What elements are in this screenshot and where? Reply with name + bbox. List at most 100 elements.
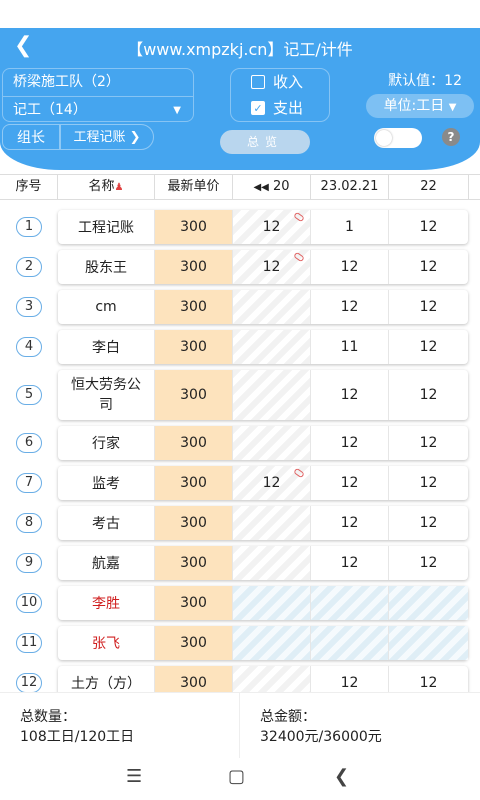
table-row[interactable]: 2 股东王 300 12 12 12 bbox=[0, 250, 480, 284]
price-cell[interactable]: 300 bbox=[155, 290, 233, 324]
table-row[interactable]: 7 监考 300 12 12 12 bbox=[0, 466, 480, 500]
name-cell[interactable]: 考古 bbox=[58, 506, 155, 540]
date-main-cell[interactable]: 12 bbox=[311, 666, 389, 692]
date-next-cell[interactable]: 12 bbox=[389, 666, 468, 692]
unit-dropdown[interactable]: 单位:工日 ▼ bbox=[366, 94, 474, 118]
date-prev-cell[interactable] bbox=[233, 330, 311, 364]
date-main-cell[interactable]: 12 bbox=[311, 290, 389, 324]
date-main-cell[interactable] bbox=[311, 626, 389, 660]
date-next-cell[interactable]: 12 bbox=[389, 546, 468, 580]
name-cell[interactable]: cm bbox=[58, 290, 155, 324]
name-cell[interactable]: 监考 bbox=[58, 466, 155, 500]
date-main-cell[interactable]: 12 bbox=[311, 506, 389, 540]
price-cell[interactable]: 300 bbox=[155, 666, 233, 692]
date-main-cell[interactable] bbox=[311, 586, 389, 620]
price-cell[interactable]: 300 bbox=[155, 330, 233, 364]
date-prev-cell[interactable] bbox=[233, 546, 311, 580]
date-next-cell[interactable]: 12 bbox=[389, 330, 468, 364]
table-row[interactable]: 4 李白 300 11 12 bbox=[0, 330, 480, 364]
date-main-cell[interactable]: 12 bbox=[311, 370, 389, 420]
table-row[interactable]: 6 行家 300 12 12 bbox=[0, 426, 480, 460]
income-checkbox-row[interactable]: 收入 bbox=[231, 69, 329, 95]
date-prev-cell[interactable] bbox=[233, 626, 311, 660]
price-cell[interactable]: 300 bbox=[155, 466, 233, 500]
date-next-cell[interactable] bbox=[389, 586, 468, 620]
date-next-cell[interactable]: 12 bbox=[389, 210, 468, 244]
date-next-cell[interactable]: 12 bbox=[389, 506, 468, 540]
name-cell[interactable]: 李胜 bbox=[58, 586, 155, 620]
price-cell[interactable]: 300 bbox=[155, 210, 233, 244]
date-next-cell[interactable]: 12 bbox=[389, 426, 468, 460]
toggle-switch[interactable] bbox=[374, 128, 422, 148]
menu-icon[interactable]: ☰ bbox=[126, 766, 142, 787]
table-row[interactable]: 5 恒大劳务公司 300 12 12 bbox=[0, 370, 480, 420]
summary-footer: 总数量： 108工日/120工日 总金额： 32400元/36000元 bbox=[0, 692, 480, 759]
date-next-cell[interactable] bbox=[389, 626, 468, 660]
expense-checkbox-row[interactable]: ✓ 支出 bbox=[231, 95, 329, 121]
date-next-cell[interactable]: 12 bbox=[389, 290, 468, 324]
team-name[interactable]: 桥梁施工队（2） bbox=[3, 69, 193, 96]
date-next-cell[interactable]: 12 bbox=[389, 250, 468, 284]
table-row[interactable]: 10 李胜 300 bbox=[0, 586, 480, 620]
row-index: 9 bbox=[16, 553, 42, 573]
price-cell[interactable]: 300 bbox=[155, 586, 233, 620]
page-title: 【www.xmpzkj.cn】记工/计件 bbox=[127, 40, 353, 59]
date-next-cell[interactable]: 12 bbox=[389, 466, 468, 500]
header: ❮ 【www.xmpzkj.cn】记工/计件 桥梁施工队（2） 记工（14） ▼… bbox=[0, 28, 480, 170]
name-cell[interactable]: 李白 bbox=[58, 330, 155, 364]
date-prev-cell[interactable]: 12 bbox=[233, 466, 311, 500]
date-prev-cell[interactable] bbox=[233, 370, 311, 420]
table-row[interactable]: 3 cm 300 12 12 bbox=[0, 290, 480, 324]
date-main-cell[interactable]: 1 bbox=[311, 210, 389, 244]
date-main-cell[interactable]: 11 bbox=[311, 330, 389, 364]
date-prev-cell[interactable]: 12 bbox=[233, 210, 311, 244]
date-prev-cell[interactable] bbox=[233, 426, 311, 460]
home-icon[interactable]: ▢ bbox=[228, 766, 245, 787]
date-prev-cell[interactable] bbox=[233, 506, 311, 540]
rewind-icon[interactable]: ◀◀ bbox=[253, 182, 268, 193]
table-row[interactable]: 8 考古 300 12 12 bbox=[0, 506, 480, 540]
name-cell[interactable]: 张飞 bbox=[58, 626, 155, 660]
row-card: 恒大劳务公司 300 12 12 bbox=[58, 370, 468, 420]
price-cell[interactable]: 300 bbox=[155, 426, 233, 460]
name-cell[interactable]: 股东王 bbox=[58, 250, 155, 284]
expense-checkbox[interactable]: ✓ bbox=[251, 101, 265, 115]
date-prev-cell[interactable]: 12 bbox=[233, 250, 311, 284]
header-date-next[interactable]: 22 bbox=[389, 175, 469, 199]
name-cell[interactable]: 行家 bbox=[58, 426, 155, 460]
record-type-select[interactable]: 记工（14） ▼ bbox=[3, 96, 193, 123]
date-prev-cell[interactable] bbox=[233, 586, 311, 620]
date-main-cell[interactable]: 12 bbox=[311, 546, 389, 580]
table-row[interactable]: 1 工程记账 300 12 1 12 bbox=[0, 210, 480, 244]
team-selector[interactable]: 桥梁施工队（2） 记工（14） ▼ bbox=[2, 68, 194, 122]
table-row[interactable]: 9 航嘉 300 12 12 bbox=[0, 546, 480, 580]
date-main-cell[interactable]: 12 bbox=[311, 466, 389, 500]
header-name[interactable]: 名称♟ bbox=[58, 175, 155, 199]
date-main-cell[interactable]: 12 bbox=[311, 426, 389, 460]
date-prev-cell[interactable] bbox=[233, 290, 311, 324]
price-cell[interactable]: 300 bbox=[155, 370, 233, 420]
table-row[interactable]: 11 张飞 300 bbox=[0, 626, 480, 660]
date-prev-cell[interactable] bbox=[233, 666, 311, 692]
tab-ledger[interactable]: 工程记账 ❯ bbox=[60, 124, 154, 150]
income-label: 收入 bbox=[273, 73, 304, 91]
overview-button[interactable]: 总览 bbox=[220, 130, 310, 154]
header-date-main[interactable]: 23.02.21 bbox=[311, 175, 389, 199]
name-cell[interactable]: 工程记账 bbox=[58, 210, 155, 244]
table-row[interactable]: 12 土方（方） 300 12 12 bbox=[0, 666, 480, 692]
tab-leader[interactable]: 组长 bbox=[2, 124, 60, 150]
income-checkbox[interactable] bbox=[251, 75, 265, 89]
price-cell[interactable]: 300 bbox=[155, 626, 233, 660]
help-icon[interactable]: ? bbox=[442, 128, 460, 146]
date-next-cell[interactable]: 12 bbox=[389, 370, 468, 420]
price-cell[interactable]: 300 bbox=[155, 546, 233, 580]
back-icon[interactable]: ❮ bbox=[334, 766, 349, 787]
date-main-cell[interactable]: 12 bbox=[311, 250, 389, 284]
name-cell[interactable]: 航嘉 bbox=[58, 546, 155, 580]
system-nav-bar: ☰ ▢ ❮ bbox=[0, 758, 480, 800]
name-cell[interactable]: 土方（方） bbox=[58, 666, 155, 692]
price-cell[interactable]: 300 bbox=[155, 250, 233, 284]
price-cell[interactable]: 300 bbox=[155, 506, 233, 540]
name-cell[interactable]: 恒大劳务公司 bbox=[58, 370, 155, 420]
header-date-prev[interactable]: ◀◀ 20 bbox=[233, 175, 311, 199]
